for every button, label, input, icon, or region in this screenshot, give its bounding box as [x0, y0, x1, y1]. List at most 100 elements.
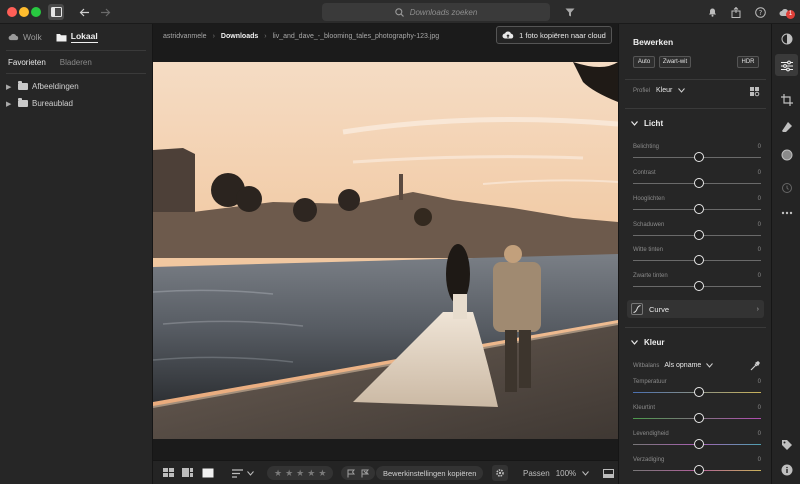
slider-value[interactable]: 0	[758, 247, 761, 253]
detail-view-icon[interactable]	[202, 466, 214, 480]
slider-value[interactable]: 0	[758, 405, 761, 411]
chevron-right-icon: ▶	[6, 100, 12, 108]
grid-view-icon[interactable]	[163, 466, 175, 480]
divider	[625, 79, 766, 80]
slider-thumb[interactable]	[694, 204, 704, 214]
forward-arrow-icon[interactable]	[98, 4, 112, 20]
star-icon[interactable]: ★	[274, 468, 282, 479]
flag-reject-icon[interactable]	[361, 469, 369, 478]
slider-vibrance[interactable]: Levendigheid 0	[633, 431, 761, 457]
curve-button[interactable]: Curve ›	[627, 300, 764, 318]
slider-thumb[interactable]	[694, 439, 704, 449]
copy-to-cloud-button[interactable]: 1 foto kopiëren naar cloud	[496, 26, 612, 44]
sidebar-toggle-icon[interactable]	[48, 4, 64, 20]
profile-value[interactable]: Kleur	[656, 87, 672, 94]
bell-icon[interactable]	[706, 4, 718, 20]
tab-local[interactable]: Lokaal	[56, 31, 98, 43]
slider-contrast[interactable]: Contrast 0	[633, 170, 761, 196]
chevron-down-icon	[631, 121, 638, 126]
tab-cloud[interactable]: Wolk	[8, 32, 42, 42]
presets-icon[interactable]	[780, 32, 793, 45]
zoom-level[interactable]: 100%	[556, 469, 576, 478]
slider-shadows[interactable]: Schaduwen 0	[633, 222, 761, 248]
history-icon[interactable]	[780, 181, 793, 194]
star-icon[interactable]: ★	[318, 468, 326, 479]
slider-tint[interactable]: Kleurtint 0	[633, 405, 761, 431]
slider-value[interactable]: 0	[758, 222, 761, 228]
slider-thumb[interactable]	[694, 387, 704, 397]
minimize-window-button[interactable]	[19, 7, 29, 17]
sliders-edit-icon[interactable]	[780, 59, 793, 72]
square-grid-icon[interactable]	[182, 466, 194, 480]
white-balance-value[interactable]: Als opname	[664, 362, 701, 369]
slider-value[interactable]: 0	[758, 457, 761, 463]
slider-thumb[interactable]	[694, 465, 704, 475]
slider-value[interactable]: 0	[758, 170, 761, 176]
chevron-down-icon[interactable]	[582, 470, 590, 476]
tree-item-bureaublad[interactable]: ▶ Bureaublad	[0, 95, 152, 112]
filmstrip-toggle-icon[interactable]	[603, 466, 614, 480]
slider-blacks[interactable]: Zwarte tinten 0	[633, 273, 761, 299]
gear-icon[interactable]	[492, 465, 508, 481]
slider-value[interactable]: 0	[758, 144, 761, 150]
star-rating[interactable]: ★ ★ ★ ★ ★	[267, 466, 334, 480]
slider-exposure[interactable]: Belichting 0	[633, 144, 761, 170]
slider-temperature[interactable]: Temperatuur 0	[633, 379, 761, 405]
zoom-window-button[interactable]	[31, 7, 41, 17]
main-photo[interactable]	[153, 62, 618, 439]
slider-value[interactable]: 0	[758, 196, 761, 202]
slider-saturation[interactable]: Verzadiging 0	[633, 457, 761, 483]
section-light-header[interactable]: Licht	[631, 119, 663, 128]
section-color-header[interactable]: Kleur	[631, 338, 664, 347]
eyedropper-icon[interactable]	[750, 361, 760, 373]
fit-button[interactable]: Passen	[523, 469, 550, 478]
star-icon[interactable]: ★	[285, 468, 293, 479]
info-icon[interactable]	[780, 463, 793, 476]
search-icon	[394, 7, 404, 17]
sort-icon[interactable]	[232, 466, 254, 480]
section-light-title: Licht	[644, 119, 664, 128]
help-icon[interactable]: ?	[754, 4, 766, 20]
slider-thumb[interactable]	[694, 255, 704, 265]
black-white-button[interactable]: Zwart-wit	[659, 56, 691, 68]
crop-icon[interactable]	[780, 93, 793, 106]
back-arrow-icon[interactable]	[77, 4, 91, 20]
flag-pick-icon[interactable]	[347, 469, 355, 478]
star-icon[interactable]: ★	[307, 468, 315, 479]
profile-select[interactable]: Profiel Kleur	[633, 87, 686, 94]
white-balance-select[interactable]: Witbalans Als opname	[633, 362, 714, 369]
photo-viewer: astridvanmele › Downloads › liv_and_dave…	[153, 24, 618, 484]
cloud-sync-icon[interactable]: 1	[776, 4, 795, 20]
tab-favorites[interactable]: Favorieten	[8, 58, 46, 67]
curve-label: Curve	[649, 304, 670, 314]
slider-value[interactable]: 0	[758, 379, 761, 385]
hdr-button[interactable]: HDR	[737, 56, 759, 68]
tag-icon[interactable]	[780, 438, 793, 451]
close-window-button[interactable]	[7, 7, 17, 17]
tree-item-afbeeldingen[interactable]: ▶ Afbeeldingen	[0, 78, 152, 95]
healing-eraser-icon[interactable]	[780, 120, 793, 133]
slider-whites[interactable]: Witte tinten 0	[633, 247, 761, 273]
filter-icon[interactable]	[564, 4, 576, 20]
breadcrumb-root[interactable]: astridvanmele	[163, 33, 207, 40]
star-icon[interactable]: ★	[296, 468, 304, 479]
search-input[interactable]: Downloads zoeken	[322, 3, 550, 21]
share-icon[interactable]	[730, 4, 742, 20]
slider-thumb[interactable]	[694, 178, 704, 188]
more-options-icon[interactable]	[780, 206, 793, 219]
slider-thumb[interactable]	[694, 230, 704, 240]
slider-highlights[interactable]: Hooglichten 0	[633, 196, 761, 222]
slider-thumb[interactable]	[694, 281, 704, 291]
slider-value[interactable]: 0	[758, 273, 761, 279]
auto-button[interactable]: Auto	[633, 56, 655, 68]
masking-icon[interactable]	[780, 148, 793, 161]
notification-badge: 1	[786, 10, 795, 19]
slider-thumb[interactable]	[694, 152, 704, 162]
tab-browse[interactable]: Bladeren	[60, 58, 92, 67]
slider-value[interactable]: 0	[758, 431, 761, 437]
copy-edit-settings-button[interactable]: Bewerkinstellingen kopiëren	[376, 466, 484, 480]
breadcrumb-folder[interactable]: Downloads	[221, 33, 258, 40]
zoom-controls: Passen 100%	[523, 466, 590, 480]
slider-thumb[interactable]	[694, 413, 704, 423]
profile-browser-icon[interactable]	[750, 87, 760, 99]
